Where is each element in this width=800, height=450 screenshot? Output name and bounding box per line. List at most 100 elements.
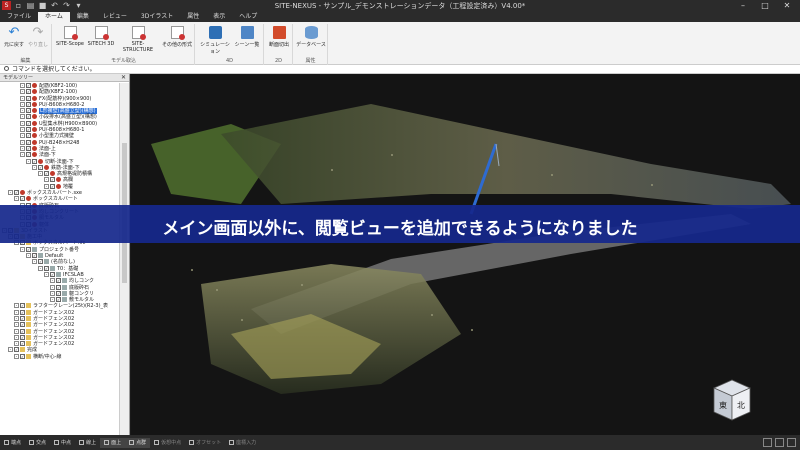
snap-on-line[interactable]: 線上 xyxy=(75,438,100,448)
scene-list-button[interactable]: シーン一覧 xyxy=(233,26,261,48)
visibility-checkbox[interactable]: ✓ xyxy=(14,190,19,196)
visibility-checkbox[interactable]: ✓ xyxy=(26,246,31,252)
visibility-checkbox[interactable]: ✓ xyxy=(26,101,31,107)
visibility-checkbox[interactable]: ✓ xyxy=(50,271,55,277)
tab-file[interactable]: ファイル xyxy=(0,12,38,22)
visibility-checkbox[interactable]: ✓ xyxy=(32,253,37,259)
expand-toggle-icon[interactable]: - xyxy=(50,284,55,290)
visibility-checkbox[interactable]: ✓ xyxy=(26,139,31,145)
visibility-checkbox[interactable]: ✓ xyxy=(44,265,49,271)
expand-toggle-icon[interactable]: - xyxy=(20,114,25,120)
tab-home[interactable]: ホーム xyxy=(38,12,70,22)
expand-toggle-icon[interactable]: - xyxy=(20,133,25,139)
section-cut-button[interactable]: 断面切出 xyxy=(266,26,292,48)
fullscreen-icon[interactable] xyxy=(787,438,796,447)
visibility-checkbox[interactable]: ✓ xyxy=(20,322,25,328)
expand-toggle-icon[interactable]: - xyxy=(14,353,19,359)
expand-toggle-icon[interactable]: - xyxy=(20,139,25,145)
visibility-checkbox[interactable]: ✓ xyxy=(14,347,19,353)
tree-item[interactable]: - ✓ 横断/中心-線 xyxy=(0,353,119,360)
tab-edit[interactable]: 編集 xyxy=(70,12,96,22)
tab-3d-illust[interactable]: 3Dイラスト xyxy=(134,12,180,22)
database-button[interactable]: データベース xyxy=(296,26,326,48)
snap-midpoint[interactable]: 中点 xyxy=(50,438,75,448)
expand-toggle-icon[interactable]: - xyxy=(20,108,25,114)
snap-on-surface[interactable]: 面上 xyxy=(100,437,126,448)
visibility-checkbox[interactable]: ✓ xyxy=(20,196,25,202)
visibility-checkbox[interactable]: ✓ xyxy=(56,297,61,303)
expand-toggle-icon[interactable]: - xyxy=(14,196,19,202)
expand-toggle-icon[interactable]: - xyxy=(14,309,19,315)
3d-viewport[interactable] xyxy=(131,74,800,435)
snap-point-cloud[interactable]: 点群 xyxy=(125,437,151,448)
snap-virtual-midpoint[interactable]: 仮想中点 xyxy=(150,438,185,448)
visibility-checkbox[interactable]: ✓ xyxy=(26,133,31,139)
expand-toggle-icon[interactable]: - xyxy=(26,158,31,164)
redo-button[interactable]: ↷ やり直し xyxy=(27,26,49,48)
visibility-checkbox[interactable]: ✓ xyxy=(26,95,31,101)
tab-help[interactable]: ヘルプ xyxy=(232,12,264,22)
snap-offset[interactable]: オフセット xyxy=(185,438,225,448)
visibility-checkbox[interactable]: ✓ xyxy=(20,328,25,334)
expand-toggle-icon[interactable]: - xyxy=(38,171,43,177)
visibility-checkbox[interactable]: ✓ xyxy=(38,164,43,170)
view-mode-icon[interactable] xyxy=(763,438,772,447)
visibility-checkbox[interactable]: ✓ xyxy=(56,290,61,296)
expand-toggle-icon[interactable]: - xyxy=(14,322,19,328)
visibility-checkbox[interactable]: ✓ xyxy=(20,309,25,315)
visibility-checkbox[interactable]: ✓ xyxy=(20,315,25,321)
tab-attribute[interactable]: 属性 xyxy=(180,12,206,22)
visibility-checkbox[interactable]: ✓ xyxy=(38,259,43,265)
expand-toggle-icon[interactable]: - xyxy=(26,253,31,259)
visibility-checkbox[interactable]: ✓ xyxy=(26,145,31,151)
maximize-button[interactable]: □ xyxy=(754,0,776,12)
expand-toggle-icon[interactable]: - xyxy=(8,190,13,196)
render-mode-icon[interactable] xyxy=(775,438,784,447)
view-cube[interactable]: 東 北 xyxy=(708,376,756,424)
expand-toggle-icon[interactable]: - xyxy=(8,347,13,353)
expand-toggle-icon[interactable]: - xyxy=(38,265,43,271)
visibility-checkbox[interactable]: ✓ xyxy=(26,83,31,88)
snap-endpoint[interactable]: 端点 xyxy=(0,438,25,448)
tab-review[interactable]: レビュー xyxy=(96,12,134,22)
expand-toggle-icon[interactable]: - xyxy=(44,177,49,183)
visibility-checkbox[interactable]: ✓ xyxy=(44,171,49,177)
visibility-checkbox[interactable]: ✓ xyxy=(26,89,31,95)
expand-toggle-icon[interactable]: - xyxy=(50,278,55,284)
pin-icon[interactable]: ✕ xyxy=(121,74,126,82)
visibility-checkbox[interactable]: ✓ xyxy=(32,158,37,164)
expand-toggle-icon[interactable]: - xyxy=(14,315,19,321)
snap-intersection[interactable]: 交点 xyxy=(25,438,50,448)
site-structure-button[interactable]: SITE-STRUCTURE xyxy=(117,26,159,53)
expand-toggle-icon[interactable]: - xyxy=(20,120,25,126)
expand-toggle-icon[interactable]: - xyxy=(20,83,25,88)
visibility-checkbox[interactable]: ✓ xyxy=(26,152,31,158)
visibility-checkbox[interactable]: ✓ xyxy=(20,303,25,309)
expand-toggle-icon[interactable]: - xyxy=(14,303,19,309)
coordinate-input[interactable]: 座標入力 xyxy=(225,438,260,448)
expand-toggle-icon[interactable]: - xyxy=(20,246,25,252)
visibility-checkbox[interactable]: ✓ xyxy=(20,341,25,347)
sitech-3d-button[interactable]: SiTECH 3D xyxy=(86,26,116,47)
visibility-checkbox[interactable]: ✓ xyxy=(26,108,31,114)
close-button[interactable]: ✕ xyxy=(776,0,798,12)
expand-toggle-icon[interactable]: - xyxy=(20,89,25,95)
expand-toggle-icon[interactable]: - xyxy=(32,164,37,170)
visibility-checkbox[interactable]: ✓ xyxy=(50,177,55,183)
visibility-checkbox[interactable]: ✓ xyxy=(20,353,25,359)
visibility-checkbox[interactable]: ✓ xyxy=(20,334,25,340)
expand-toggle-icon[interactable]: - xyxy=(20,145,25,151)
visibility-checkbox[interactable]: ✓ xyxy=(26,114,31,120)
expand-toggle-icon[interactable]: - xyxy=(20,152,25,158)
expand-toggle-icon[interactable]: - xyxy=(44,271,49,277)
undo-button[interactable]: ↶ 元に戻す xyxy=(3,26,25,48)
tab-view[interactable]: 表示 xyxy=(206,12,232,22)
expand-toggle-icon[interactable]: - xyxy=(50,297,55,303)
visibility-checkbox[interactable]: ✓ xyxy=(26,127,31,133)
visibility-checkbox[interactable]: ✓ xyxy=(56,284,61,290)
tree-scrollbar[interactable] xyxy=(119,83,129,435)
expand-toggle-icon[interactable]: - xyxy=(14,328,19,334)
expand-toggle-icon[interactable]: - xyxy=(14,334,19,340)
simulation-button[interactable]: シミュレーション xyxy=(198,26,232,55)
other-format-button[interactable]: その他の形式 xyxy=(160,26,194,48)
